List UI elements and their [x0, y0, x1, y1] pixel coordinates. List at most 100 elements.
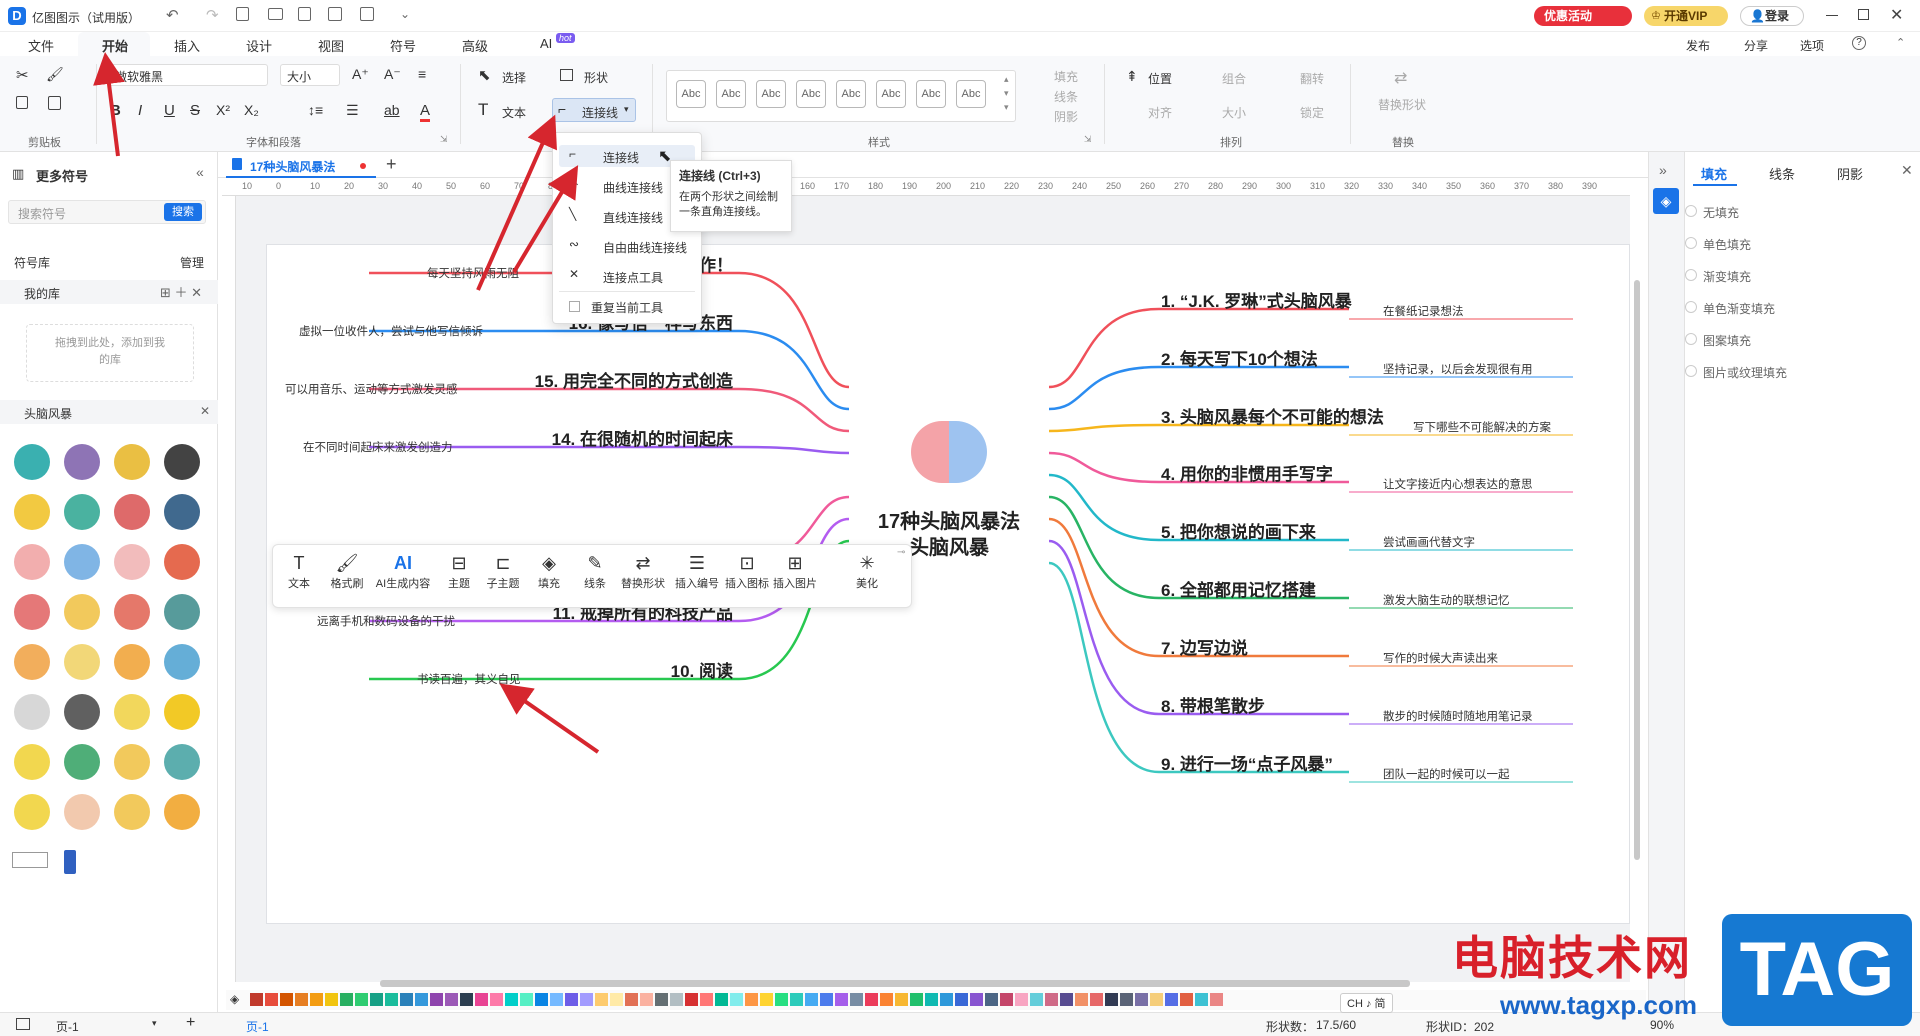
- fill-option-single-gradient[interactable]: 单色渐变填充: [1685, 300, 1775, 317]
- style-preset[interactable]: Abc: [676, 80, 706, 108]
- tab-symbol[interactable]: 符号: [390, 36, 416, 55]
- toolbar-button[interactable]: ⊏ 子主题: [481, 551, 525, 591]
- tab-view[interactable]: 视图: [318, 36, 344, 55]
- flip-button[interactable]: 翻转: [1300, 70, 1324, 87]
- toolbar-button[interactable]: AI AI生成内容: [373, 551, 433, 591]
- category-label[interactable]: 头脑风暴: [24, 405, 72, 422]
- color-swatch[interactable]: [700, 993, 713, 1006]
- color-swatch[interactable]: [640, 993, 653, 1006]
- tab-fill[interactable]: 填充: [1701, 164, 1727, 183]
- radio[interactable]: [1685, 333, 1697, 345]
- subtopic-left[interactable]: 15. 用完全不同的方式创造: [535, 367, 733, 392]
- color-swatch[interactable]: [1105, 993, 1118, 1006]
- toolbar-button[interactable]: ⇄ 替换形状: [621, 551, 665, 591]
- repeat-tool-checkbox[interactable]: [569, 301, 580, 312]
- subtopic-note[interactable]: 在餐纸记录想法: [1383, 303, 1464, 319]
- tab-insert[interactable]: 插入: [174, 36, 200, 55]
- subtopic-note[interactable]: 虚拟一位收件人，尝试与他写信倾诉: [299, 323, 483, 339]
- repeat-tool-label[interactable]: 重复当前工具: [591, 299, 663, 316]
- subtopic-note[interactable]: 书读百遍，其义自见: [417, 671, 521, 687]
- save-icon[interactable]: [298, 7, 311, 21]
- brainstorm-symbol-icon[interactable]: [114, 594, 150, 630]
- brainstorm-symbol-icon[interactable]: [64, 694, 100, 730]
- format-painter-icon[interactable]: 🖌: [46, 66, 64, 83]
- color-swatch[interactable]: [580, 993, 593, 1006]
- font-size-select[interactable]: 大小: [280, 64, 340, 86]
- subtopic-right[interactable]: 6. 全部都用记忆搭建: [1161, 576, 1316, 601]
- subtopic-right[interactable]: 1. “J.K. 罗琳”式头脑风暴: [1161, 287, 1352, 312]
- font-color-icon[interactable]: A: [420, 102, 431, 122]
- color-swatch[interactable]: [325, 993, 338, 1006]
- phone-symbol-icon[interactable]: [64, 850, 76, 874]
- color-swatch[interactable]: [1150, 993, 1163, 1006]
- subtopic-note[interactable]: 可以用音乐、运动等方式激发灵感: [285, 381, 458, 397]
- select-tool-icon[interactable]: ⬉: [478, 66, 491, 84]
- brainstorm-symbol-icon[interactable]: [114, 794, 150, 830]
- subtopic-right[interactable]: 9. 进行一场“点子风暴”: [1161, 750, 1333, 775]
- style-preset[interactable]: Abc: [916, 80, 946, 108]
- brainstorm-symbol-icon[interactable]: [164, 494, 200, 530]
- bullet-list-icon[interactable]: ☰: [346, 102, 359, 119]
- my-library-actions[interactable]: ⊞ ＋ ✕: [160, 282, 202, 301]
- position-button[interactable]: 位置: [1148, 70, 1172, 87]
- style-preset[interactable]: Abc: [716, 80, 746, 108]
- text-tool-label[interactable]: 文本: [502, 104, 526, 121]
- toolbar-button[interactable]: 🖌 格式刷: [325, 551, 369, 591]
- combine-button[interactable]: 组合: [1222, 70, 1246, 87]
- style-preset[interactable]: Abc: [956, 80, 986, 108]
- select-tool-label[interactable]: 选择: [502, 69, 526, 86]
- radio[interactable]: [1685, 365, 1697, 377]
- color-swatch[interactable]: [295, 993, 308, 1006]
- style-preset[interactable]: Abc: [796, 80, 826, 108]
- copy-icon[interactable]: [16, 96, 28, 109]
- color-swatch[interactable]: [385, 993, 398, 1006]
- size-button[interactable]: 大小: [1222, 104, 1246, 121]
- color-swatch[interactable]: [880, 993, 893, 1006]
- vertical-scrollbar[interactable]: [1634, 280, 1640, 860]
- chevron-down-icon[interactable]: ▾: [152, 1018, 157, 1029]
- page-view-icon[interactable]: [16, 1018, 30, 1030]
- subtopic-note[interactable]: 让文字接近内心想表达的意思: [1383, 476, 1533, 492]
- color-swatch[interactable]: [670, 993, 683, 1006]
- align-button[interactable]: 对齐: [1148, 104, 1172, 121]
- shape-tool-label[interactable]: 形状: [584, 69, 608, 86]
- brainstorm-symbol-icon[interactable]: [64, 494, 100, 530]
- print-icon[interactable]: [328, 7, 342, 21]
- color-swatch[interactable]: [340, 993, 353, 1006]
- close-category-icon[interactable]: ✕: [200, 404, 210, 418]
- color-swatch[interactable]: [370, 993, 383, 1006]
- tab-shadow[interactable]: 阴影: [1837, 164, 1863, 183]
- fill-option-gradient[interactable]: 渐变填充: [1685, 268, 1751, 285]
- replace-shape-icon[interactable]: ⇄: [1394, 68, 1407, 88]
- brainstorm-symbol-icon[interactable]: [114, 694, 150, 730]
- color-swatch[interactable]: [355, 993, 368, 1006]
- subscript-icon[interactable]: X₂: [244, 102, 259, 118]
- subtopic-left[interactable]: 10. 阅读: [671, 657, 733, 682]
- font-family-select[interactable]: 微软雅黑: [108, 64, 268, 86]
- color-swatch[interactable]: [445, 993, 458, 1006]
- brainstorm-symbol-icon[interactable]: [114, 494, 150, 530]
- brainstorm-symbol-icon[interactable]: [164, 594, 200, 630]
- tab-ai[interactable]: AI: [540, 36, 552, 51]
- color-swatch[interactable]: [400, 993, 413, 1006]
- fill-picker-icon[interactable]: ◈: [230, 992, 239, 1006]
- lock-button[interactable]: 锁定: [1300, 104, 1324, 121]
- color-swatch[interactable]: [775, 993, 788, 1006]
- paste-icon[interactable]: [48, 96, 61, 110]
- pin-icon[interactable]: ⊸: [897, 547, 905, 558]
- color-swatch[interactable]: [1030, 993, 1043, 1006]
- color-swatch[interactable]: [895, 993, 908, 1006]
- fill-bucket-icon[interactable]: ◈: [1653, 188, 1679, 214]
- export-icon[interactable]: [360, 7, 374, 21]
- subtopic-right[interactable]: 7. 边写边说: [1161, 634, 1248, 659]
- color-swatch[interactable]: [460, 993, 473, 1006]
- radio[interactable]: [1685, 269, 1697, 281]
- fill-option-none[interactable]: 无填充: [1685, 204, 1739, 221]
- menu-item-freeform-connector[interactable]: 自由曲线连接线: [603, 239, 687, 256]
- search-button[interactable]: 搜索: [164, 203, 202, 221]
- brainstorm-symbol-icon[interactable]: [64, 544, 100, 580]
- new-tab-icon[interactable]: +: [386, 154, 397, 175]
- brainstorm-symbol-icon[interactable]: [164, 444, 200, 480]
- strikethrough-icon[interactable]: S: [190, 102, 200, 119]
- shape-tool-icon[interactable]: [560, 69, 573, 81]
